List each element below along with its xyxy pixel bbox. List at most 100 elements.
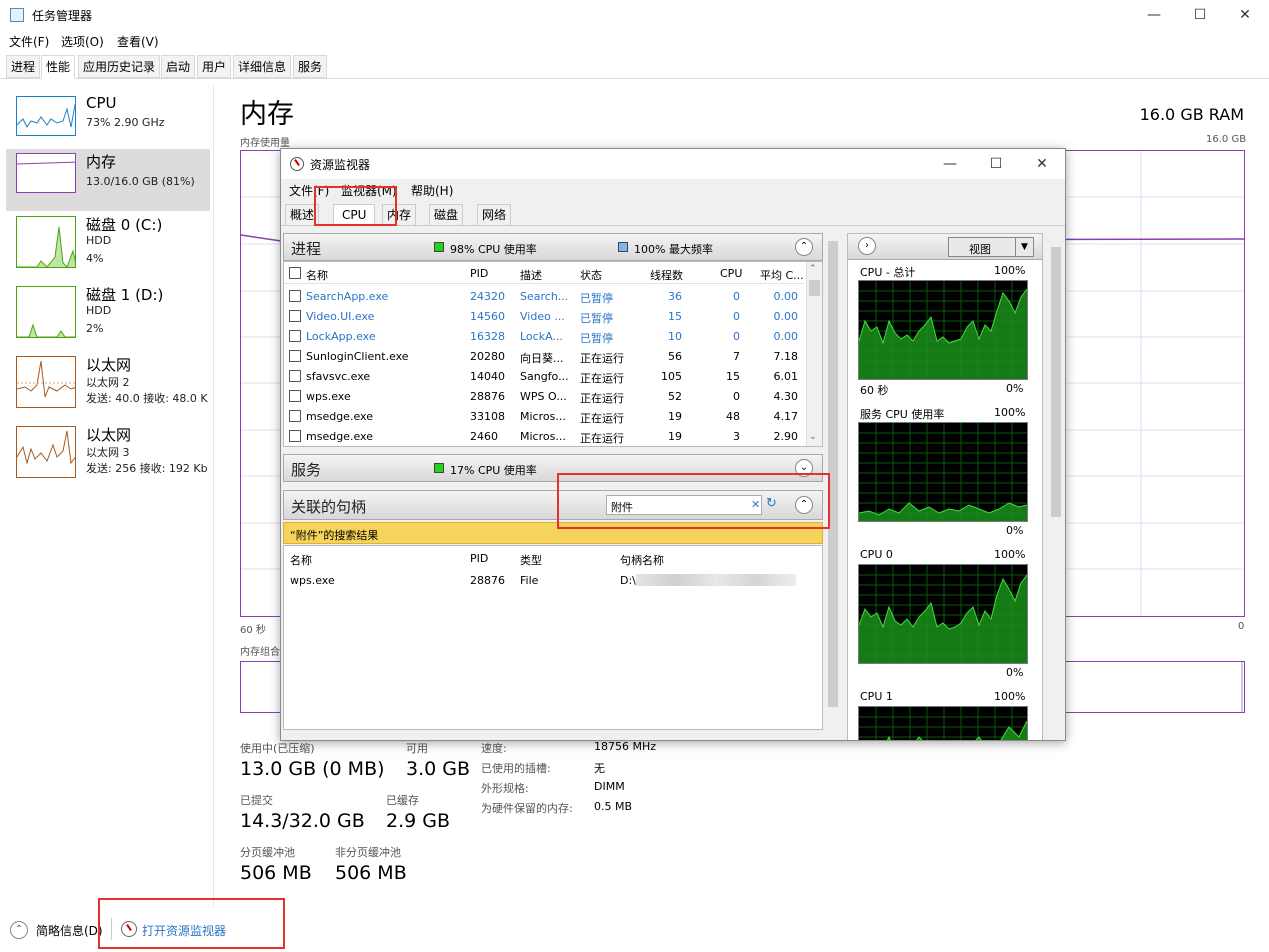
table-row[interactable]: SunloginClient.exe 20280 向日葵... 正在运行 56 7 7.18: [284, 346, 804, 366]
row-checkbox[interactable]: [289, 370, 301, 382]
handle-row-name[interactable]: wps.exe: [290, 574, 335, 587]
sidebar-item-label: 以太网: [86, 356, 132, 374]
proc-name: msedge.exe: [306, 430, 373, 443]
table-row[interactable]: msedge.exe 2460 Micros... 正在运行 19 3 2.90: [284, 426, 804, 446]
window-title: 任务管理器: [32, 9, 93, 23]
sidebar-item-cpu[interactable]: CPU 73% 2.90 GHz: [6, 92, 210, 154]
handle-row-path[interactable]: D:\: [620, 574, 636, 587]
tab-details[interactable]: 详细信息: [233, 55, 292, 78]
table-row[interactable]: LockApp.exe 16328 LockA... 已暂停 10 0 0.00: [284, 326, 804, 346]
table-row[interactable]: wps.exe 28876 WPS O... 正在运行 52 0 4.30: [284, 386, 804, 406]
handles-table: 名称 PID 类型 句柄名称 wps.exe 28876 File D:\: [283, 545, 823, 730]
col-avg-cpu[interactable]: 平均 C...: [760, 267, 804, 283]
table-row[interactable]: msedge.exe 33108 Micros... 正在运行 19 48 4.17: [284, 406, 804, 426]
handle-row-pid[interactable]: 28876: [470, 574, 505, 587]
memory-thumbnail: [16, 153, 76, 193]
highlight-open-monitor: [98, 898, 285, 949]
col-name[interactable]: 名称: [306, 267, 328, 283]
minimize-button[interactable]: —: [927, 149, 973, 179]
menu-help[interactable]: 帮助(H): [411, 182, 453, 199]
tab-network[interactable]: 网络: [477, 204, 512, 226]
proc-status: 正在运行: [580, 352, 624, 365]
maximize-button[interactable]: ☐: [973, 149, 1019, 179]
minimize-button[interactable]: —: [1131, 0, 1177, 30]
close-button[interactable]: ✕: [1019, 149, 1065, 179]
col-handle-name[interactable]: 句柄名称: [620, 552, 664, 568]
row-checkbox[interactable]: [289, 350, 301, 362]
col-status[interactable]: 状态: [580, 267, 602, 283]
proc-avg-cpu: 0.00: [773, 330, 799, 343]
sidebar-item-ethernet-2[interactable]: 以太网 以太网 2 发送: 40.0 接收: 48.0 K: [6, 352, 214, 414]
row-checkbox[interactable]: [289, 430, 301, 442]
sidebar-item-disk-0[interactable]: 磁盘 0 (C:) HDD 4%: [6, 212, 210, 274]
sidebar-item-detail: 发送: 256 接收: 192 Kb: [86, 462, 208, 475]
col-threads[interactable]: 线程数: [650, 267, 683, 283]
col-description[interactable]: 描述: [520, 267, 542, 283]
tab-disk[interactable]: 磁盘: [429, 204, 464, 226]
proc-pid: 28876: [470, 390, 505, 403]
row-checkbox[interactable]: [289, 330, 301, 342]
graph-min: 0%: [1006, 524, 1024, 537]
services-cpu-legend: 17% CPU 使用率: [450, 464, 537, 477]
disk0-thumbnail: [16, 216, 76, 268]
tab-users[interactable]: 用户: [197, 55, 232, 78]
sidebar-item-detail: 4%: [86, 252, 104, 265]
proc-status: 已暂停: [580, 312, 613, 325]
sidebar-item-ethernet-3[interactable]: 以太网 以太网 3 发送: 256 接收: 192 Kb: [6, 422, 214, 484]
tab-startup[interactable]: 启动: [161, 55, 196, 78]
row-checkbox[interactable]: [289, 390, 301, 402]
menu-options[interactable]: 选项(O): [61, 33, 104, 50]
proc-threads: 56: [668, 350, 682, 363]
handle-row-type[interactable]: File: [520, 574, 538, 587]
chevron-up-icon[interactable]: ⌃: [10, 921, 28, 939]
menu-file[interactable]: 文件(F): [9, 33, 49, 50]
col-pid[interactable]: PID: [470, 267, 488, 280]
sidebar-item-detail: 13.0/16.0 GB (81%): [86, 175, 195, 188]
menu-view[interactable]: 查看(V): [117, 33, 159, 50]
close-button[interactable]: ✕: [1222, 0, 1268, 30]
process-scrollbar[interactable]: ⌃ ⌄: [806, 262, 822, 446]
select-all-checkbox[interactable]: [289, 267, 301, 279]
page-title: 内存: [240, 99, 294, 130]
proc-desc: Search...: [520, 290, 569, 303]
graphs-scrollbar[interactable]: [1049, 245, 1063, 740]
row-checkbox[interactable]: [289, 290, 301, 302]
row-checkbox[interactable]: [289, 410, 301, 422]
sidebar-item-disk-1[interactable]: 磁盘 1 (D:) HDD 2%: [6, 282, 210, 344]
tab-processes[interactable]: 进程: [6, 55, 41, 78]
detail-slots-value: 无: [594, 762, 605, 775]
tab-app-history[interactable]: 应用历史记录: [78, 55, 161, 78]
col-pid[interactable]: PID: [470, 552, 488, 565]
table-header: 名称 PID 描述 状态 线程数 CPU 平均 C...: [284, 262, 804, 284]
sidebar-item-type: HDD: [86, 304, 112, 317]
tab-bar: 进程 性能 应用历史记录 启动 用户 详细信息 服务: [0, 55, 1269, 79]
processes-section-header[interactable]: 进程 98% CPU 使用率 100% 最大频率 ⌃: [283, 233, 823, 261]
table-row[interactable]: Video.UI.exe 14560 Video ... 已暂停 15 0 0.00: [284, 306, 804, 326]
table-row[interactable]: SearchApp.exe 24320 Search... 已暂停 36 0 0.00: [284, 286, 804, 306]
table-row[interactable]: sfavsvc.exe 14040 Sangfo... 正在运行 105 15 6.01: [284, 366, 804, 386]
col-cpu[interactable]: CPU: [720, 267, 742, 280]
disk1-thumbnail: [16, 286, 76, 338]
task-manager-icon: [10, 8, 24, 22]
view-dropdown[interactable]: 视图 ▼: [948, 237, 1034, 257]
maximize-button[interactable]: ☐: [1177, 0, 1223, 30]
stat-committed-value: 14.3/32.0 GB: [240, 810, 365, 832]
chevron-up-icon[interactable]: ⌃: [795, 238, 813, 256]
resource-monitor-window: 资源监视器 — ☐ ✕ 文件(F) 监视器(M) 帮助(H) 概述 CPU 内存…: [280, 148, 1066, 741]
resource-monitor-titlebar: 资源监视器 — ☐ ✕: [281, 149, 1065, 179]
tab-performance[interactable]: 性能: [41, 55, 76, 79]
row-checkbox[interactable]: [289, 310, 301, 322]
proc-avg-cpu: 4.17: [773, 410, 799, 423]
col-name[interactable]: 名称: [290, 552, 312, 568]
sidebar-item-memory[interactable]: 内存 13.0/16.0 GB (81%): [6, 149, 210, 211]
proc-threads: 36: [668, 290, 682, 303]
stat-in-use-label: 使用中(已压缩): [240, 742, 315, 755]
chevron-right-icon[interactable]: ›: [858, 237, 876, 255]
col-type[interactable]: 类型: [520, 552, 542, 568]
highlight-cpu-tab: [314, 186, 397, 226]
tab-services[interactable]: 服务: [293, 55, 328, 78]
graph-title: 服务 CPU 使用率: [860, 408, 945, 421]
detail-form-value: DIMM: [594, 780, 625, 793]
brief-info-link[interactable]: 简略信息(D): [36, 922, 103, 939]
proc-threads: 52: [668, 390, 682, 403]
